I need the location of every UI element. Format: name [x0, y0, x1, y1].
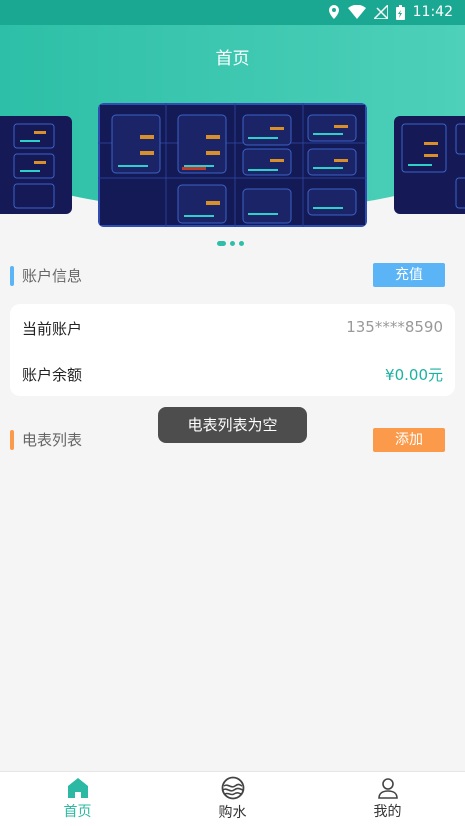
toast-message: 电表列表为空: [158, 407, 307, 443]
status-bar: 11:42: [0, 0, 465, 25]
battery-icon: [395, 4, 405, 20]
balance-label: 账户余额: [22, 366, 83, 384]
account-card: 当前账户 135****8590 账户余额 ¥0.00元: [10, 304, 455, 396]
add-meter-button[interactable]: 添加: [373, 428, 445, 452]
home-icon: [67, 778, 88, 798]
clock: 11:42: [412, 4, 453, 20]
tab-mine[interactable]: 我的: [310, 772, 465, 826]
meter-section-title: 电表列表: [22, 431, 83, 449]
signal-icon: [373, 5, 388, 19]
page-title: 首页: [215, 49, 250, 69]
wifi-icon: [347, 5, 366, 19]
location-icon: [328, 5, 339, 19]
tab-mine-label: 我的: [373, 804, 402, 820]
meter-section-header: 电表列表: [10, 429, 82, 450]
tab-home-label: 首页: [63, 804, 92, 820]
current-account-row: 当前账户 135****8590: [22, 318, 443, 339]
account-section-title: 账户信息: [22, 267, 83, 285]
tab-buy-water[interactable]: 购水: [155, 772, 310, 826]
current-account-label: 当前账户: [22, 320, 83, 338]
carousel-dot: [230, 241, 235, 246]
section-accent-bar: [10, 265, 14, 286]
balance-row: 账户余额 ¥0.00元: [22, 364, 443, 385]
carousel-dot: [239, 241, 244, 246]
banner-slide-main[interactable]: [98, 103, 367, 227]
section-accent-bar: [10, 429, 14, 450]
tab-buy-water-label: 购水: [218, 805, 247, 821]
balance-value: ¥0.00元: [385, 366, 443, 384]
banner-slide-next[interactable]: [394, 116, 465, 214]
carousel-indicator: [217, 241, 244, 246]
water-icon: [221, 776, 244, 800]
banner-slide-prev[interactable]: [0, 116, 72, 214]
account-section-header: 账户信息: [10, 265, 82, 286]
bottom-tab-bar: 首页 购水 我的: [0, 771, 465, 826]
tab-home[interactable]: 首页: [0, 772, 155, 826]
recharge-button[interactable]: 充值: [373, 263, 445, 287]
current-account-value: 135****8590: [346, 318, 443, 336]
user-icon: [377, 778, 398, 799]
carousel-dot-active: [217, 241, 226, 246]
